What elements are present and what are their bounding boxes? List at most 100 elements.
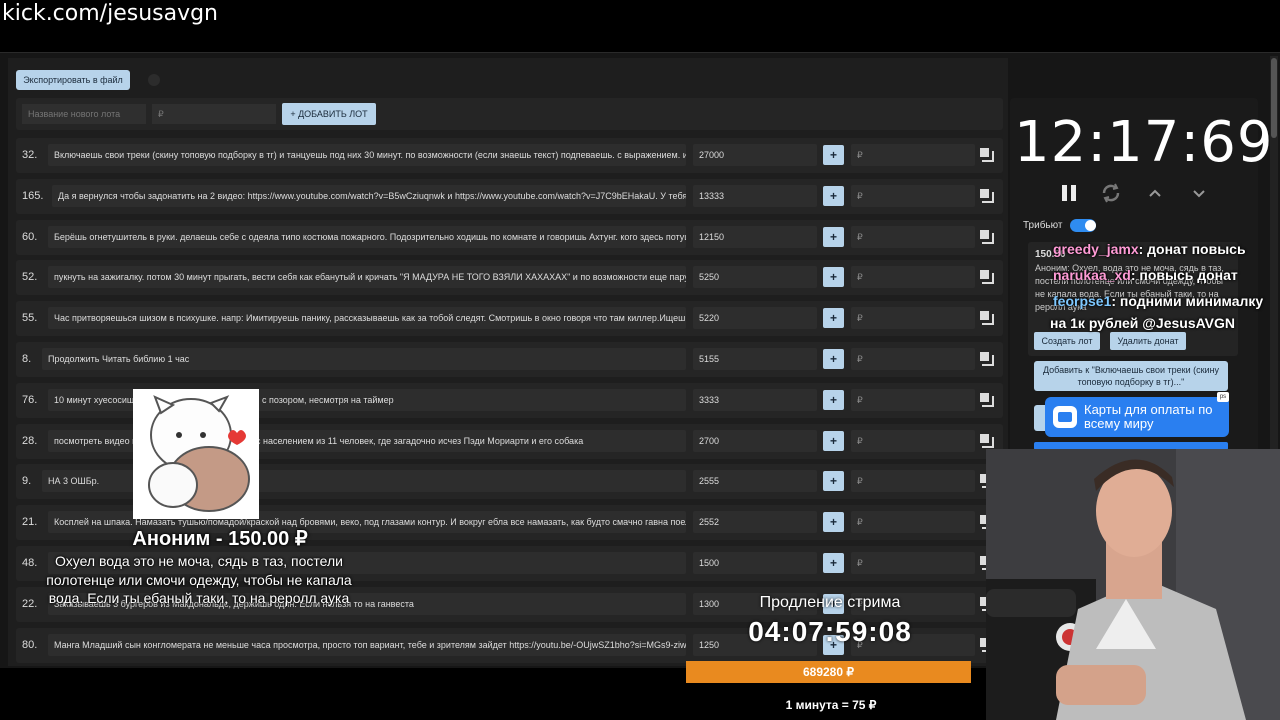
lot-number: 48.: [22, 556, 38, 569]
lot-amount-field[interactable]: 2552: [693, 511, 817, 534]
ad-badge: ps: [1217, 392, 1229, 402]
lot-text-part: посмотреть видео на: [54, 435, 143, 446]
chat-username: greedy_jamx: [1053, 241, 1139, 257]
lot-number: 80.: [22, 638, 38, 651]
total-amount: 689280 ₽: [802, 665, 854, 679]
lot-text[interactable]: Час притворяешься шизом в психушке. напр…: [48, 307, 686, 330]
lot-text-part: Да я вернулся чтобы задонатить на 2 виде…: [58, 190, 686, 201]
lot-row: 32. Включаешь свои треки (скину топовую п…: [16, 136, 1003, 177]
lot-add-amount-field[interactable]: ₽: [851, 511, 975, 534]
lot-amount-field[interactable]: 3333: [693, 388, 817, 411]
lot-add-amount-field[interactable]: ₽: [851, 347, 975, 370]
rate-text: 1 минута = 75 ₽: [785, 698, 877, 712]
lot-number: 32.: [22, 149, 38, 161]
export-button[interactable]: Экспортировать в файл: [16, 70, 130, 90]
lot-add-amount-field[interactable]: ₽: [851, 470, 975, 493]
ad-text: Карты для оплаты по всему миру: [1084, 402, 1213, 431]
lot-text[interactable]: Берёшь огнетушитель в руки. делаешь себе…: [48, 225, 686, 248]
lot-text[interactable]: Продолжить Читать библию 1 час: [42, 347, 686, 370]
lot-amount-field[interactable]: 1500: [693, 551, 817, 574]
lot-text-part: Включаешь свои треки (скину топовую подб…: [54, 150, 686, 160]
lot-number: 165.: [22, 189, 44, 202]
delete-icon[interactable]: [979, 229, 995, 245]
lot-add-amount-field[interactable]: ₽: [851, 388, 975, 411]
chevron-down-icon[interactable]: [1186, 180, 1212, 206]
lot-name-input[interactable]: [22, 104, 146, 124]
delete-icon[interactable]: [979, 147, 995, 163]
lot-amount-field[interactable]: 13333: [693, 184, 817, 207]
lot-plus-button[interactable]: +: [823, 185, 844, 206]
lot-add-amount-field[interactable]: ₽: [851, 429, 975, 452]
lot-plus-button[interactable]: +: [823, 512, 844, 533]
add-to-lot-button[interactable]: Добавить к "Включаешь свои треки (скину …: [1034, 361, 1228, 391]
lot-add-amount-field[interactable]: ₽: [851, 225, 975, 248]
delete-icon[interactable]: [979, 392, 995, 408]
chat-message: feorpse1: подними минималку: [1053, 293, 1263, 309]
lot-number: 76.: [22, 393, 38, 406]
lot-amount-field[interactable]: 5155: [693, 347, 817, 370]
lot-number: 52.: [22, 271, 38, 284]
add-lot-button[interactable]: + ДОБАВИТЬ ЛОТ: [282, 103, 376, 125]
lot-plus-button[interactable]: +: [823, 471, 844, 492]
lot-amount-field[interactable]: 12150: [693, 225, 817, 248]
pause-icon[interactable]: [1056, 180, 1082, 206]
lot-add-amount-field[interactable]: ₽: [851, 551, 975, 574]
lot-plus-button[interactable]: +: [823, 267, 844, 288]
lot-amount-field[interactable]: 5250: [693, 266, 817, 289]
delete-icon[interactable]: [979, 310, 995, 326]
webcam-overlay: [986, 449, 1280, 720]
chat-text: : подними минималку: [1111, 293, 1264, 309]
lot-plus-button[interactable]: +: [823, 308, 844, 329]
chat-text: : повысь донат: [1130, 267, 1238, 283]
lot-number: 55.: [22, 312, 38, 325]
delete-icon[interactable]: [979, 269, 995, 285]
lot-number: 60.: [22, 230, 38, 243]
lot-plus-button[interactable]: +: [823, 389, 844, 410]
lot-text[interactable]: Да я вернулся чтобы задонатить на 2 виде…: [52, 184, 686, 207]
lot-plus-button[interactable]: +: [823, 430, 844, 451]
lot-row: 55. Час притворяешься шизом в психушке. н…: [16, 299, 1003, 340]
stream-extension-label: Продление стрима: [759, 594, 901, 611]
lot-amount-field[interactable]: 2700: [693, 429, 817, 452]
chevron-up-icon[interactable]: [1142, 180, 1168, 206]
lot-add-amount-field[interactable]: ₽: [851, 266, 975, 289]
lot-add-amount-field[interactable]: ₽: [851, 184, 975, 207]
lot-text[interactable]: Включаешь свои треки (скину топовую подб…: [48, 144, 686, 166]
tribute-label: Трибьют: [1023, 220, 1063, 231]
lot-add-amount-field[interactable]: ₽: [851, 307, 975, 330]
lot-row: 60. Берёшь огнетушитель в руки. делаешь с…: [16, 218, 1003, 259]
chat-message: greedy_jamx: донат повысь: [1053, 241, 1246, 257]
reset-icon[interactable]: [1098, 180, 1124, 206]
delete-icon[interactable]: [979, 188, 995, 204]
stream-screen: kick.com/jesusavgn Экспортировать в файл…: [0, 0, 1280, 720]
lot-amount-field[interactable]: 5220: [693, 307, 817, 330]
lot-text-part: НА 3 ОШБр.: [48, 476, 100, 487]
delete-icon[interactable]: [979, 433, 995, 449]
lot-text-part: Час притворяешься шизом в психушке. напр…: [54, 313, 686, 324]
lot-plus-button[interactable]: +: [823, 348, 844, 369]
lot-text-part: Берёшь огнетушитель в руки. делаешь себе…: [54, 231, 686, 242]
lot-text-part: Манга Младший сын конгломерата не меньше…: [54, 639, 686, 650]
chat-message: narukaa_xd: повысь донат: [1053, 267, 1238, 283]
lot-text[interactable]: пукнуть на зажигалку. потом 30 минут пры…: [48, 266, 686, 289]
delete-donation-button[interactable]: Удалить донат: [1110, 332, 1186, 350]
tribute-toggle-knob: [1085, 220, 1096, 231]
lot-number: 28.: [22, 434, 38, 447]
chat-username: feorpse1: [1053, 293, 1112, 309]
lot-plus-button[interactable]: +: [823, 226, 844, 247]
lot-amount-field[interactable]: 27000: [693, 144, 817, 166]
delete-icon[interactable]: [979, 351, 995, 367]
lot-row: 8. Продолжить Читать библию 1 час 5155 + ₽: [16, 340, 1003, 381]
lot-add-amount-field[interactable]: ₽: [851, 144, 975, 166]
lot-number: 8.: [22, 352, 32, 365]
lot-text[interactable]: Манга Младший сын конгломерата не меньше…: [48, 633, 686, 656]
donation-alert-title: Аноним - 150.00 ₽: [132, 528, 308, 550]
create-lot-button[interactable]: Создать лот: [1034, 332, 1100, 350]
card-icon-inner: [1058, 412, 1072, 422]
stream-url: kick.com/jesusavgn: [2, 1, 219, 26]
lot-text-part: пукнуть на зажигалку. потом 30 минут пры…: [54, 272, 686, 283]
lot-plus-button[interactable]: +: [823, 145, 844, 165]
lot-price-input[interactable]: [152, 104, 276, 124]
lot-amount-field[interactable]: 2555: [693, 470, 817, 493]
lot-plus-button[interactable]: +: [823, 552, 844, 573]
